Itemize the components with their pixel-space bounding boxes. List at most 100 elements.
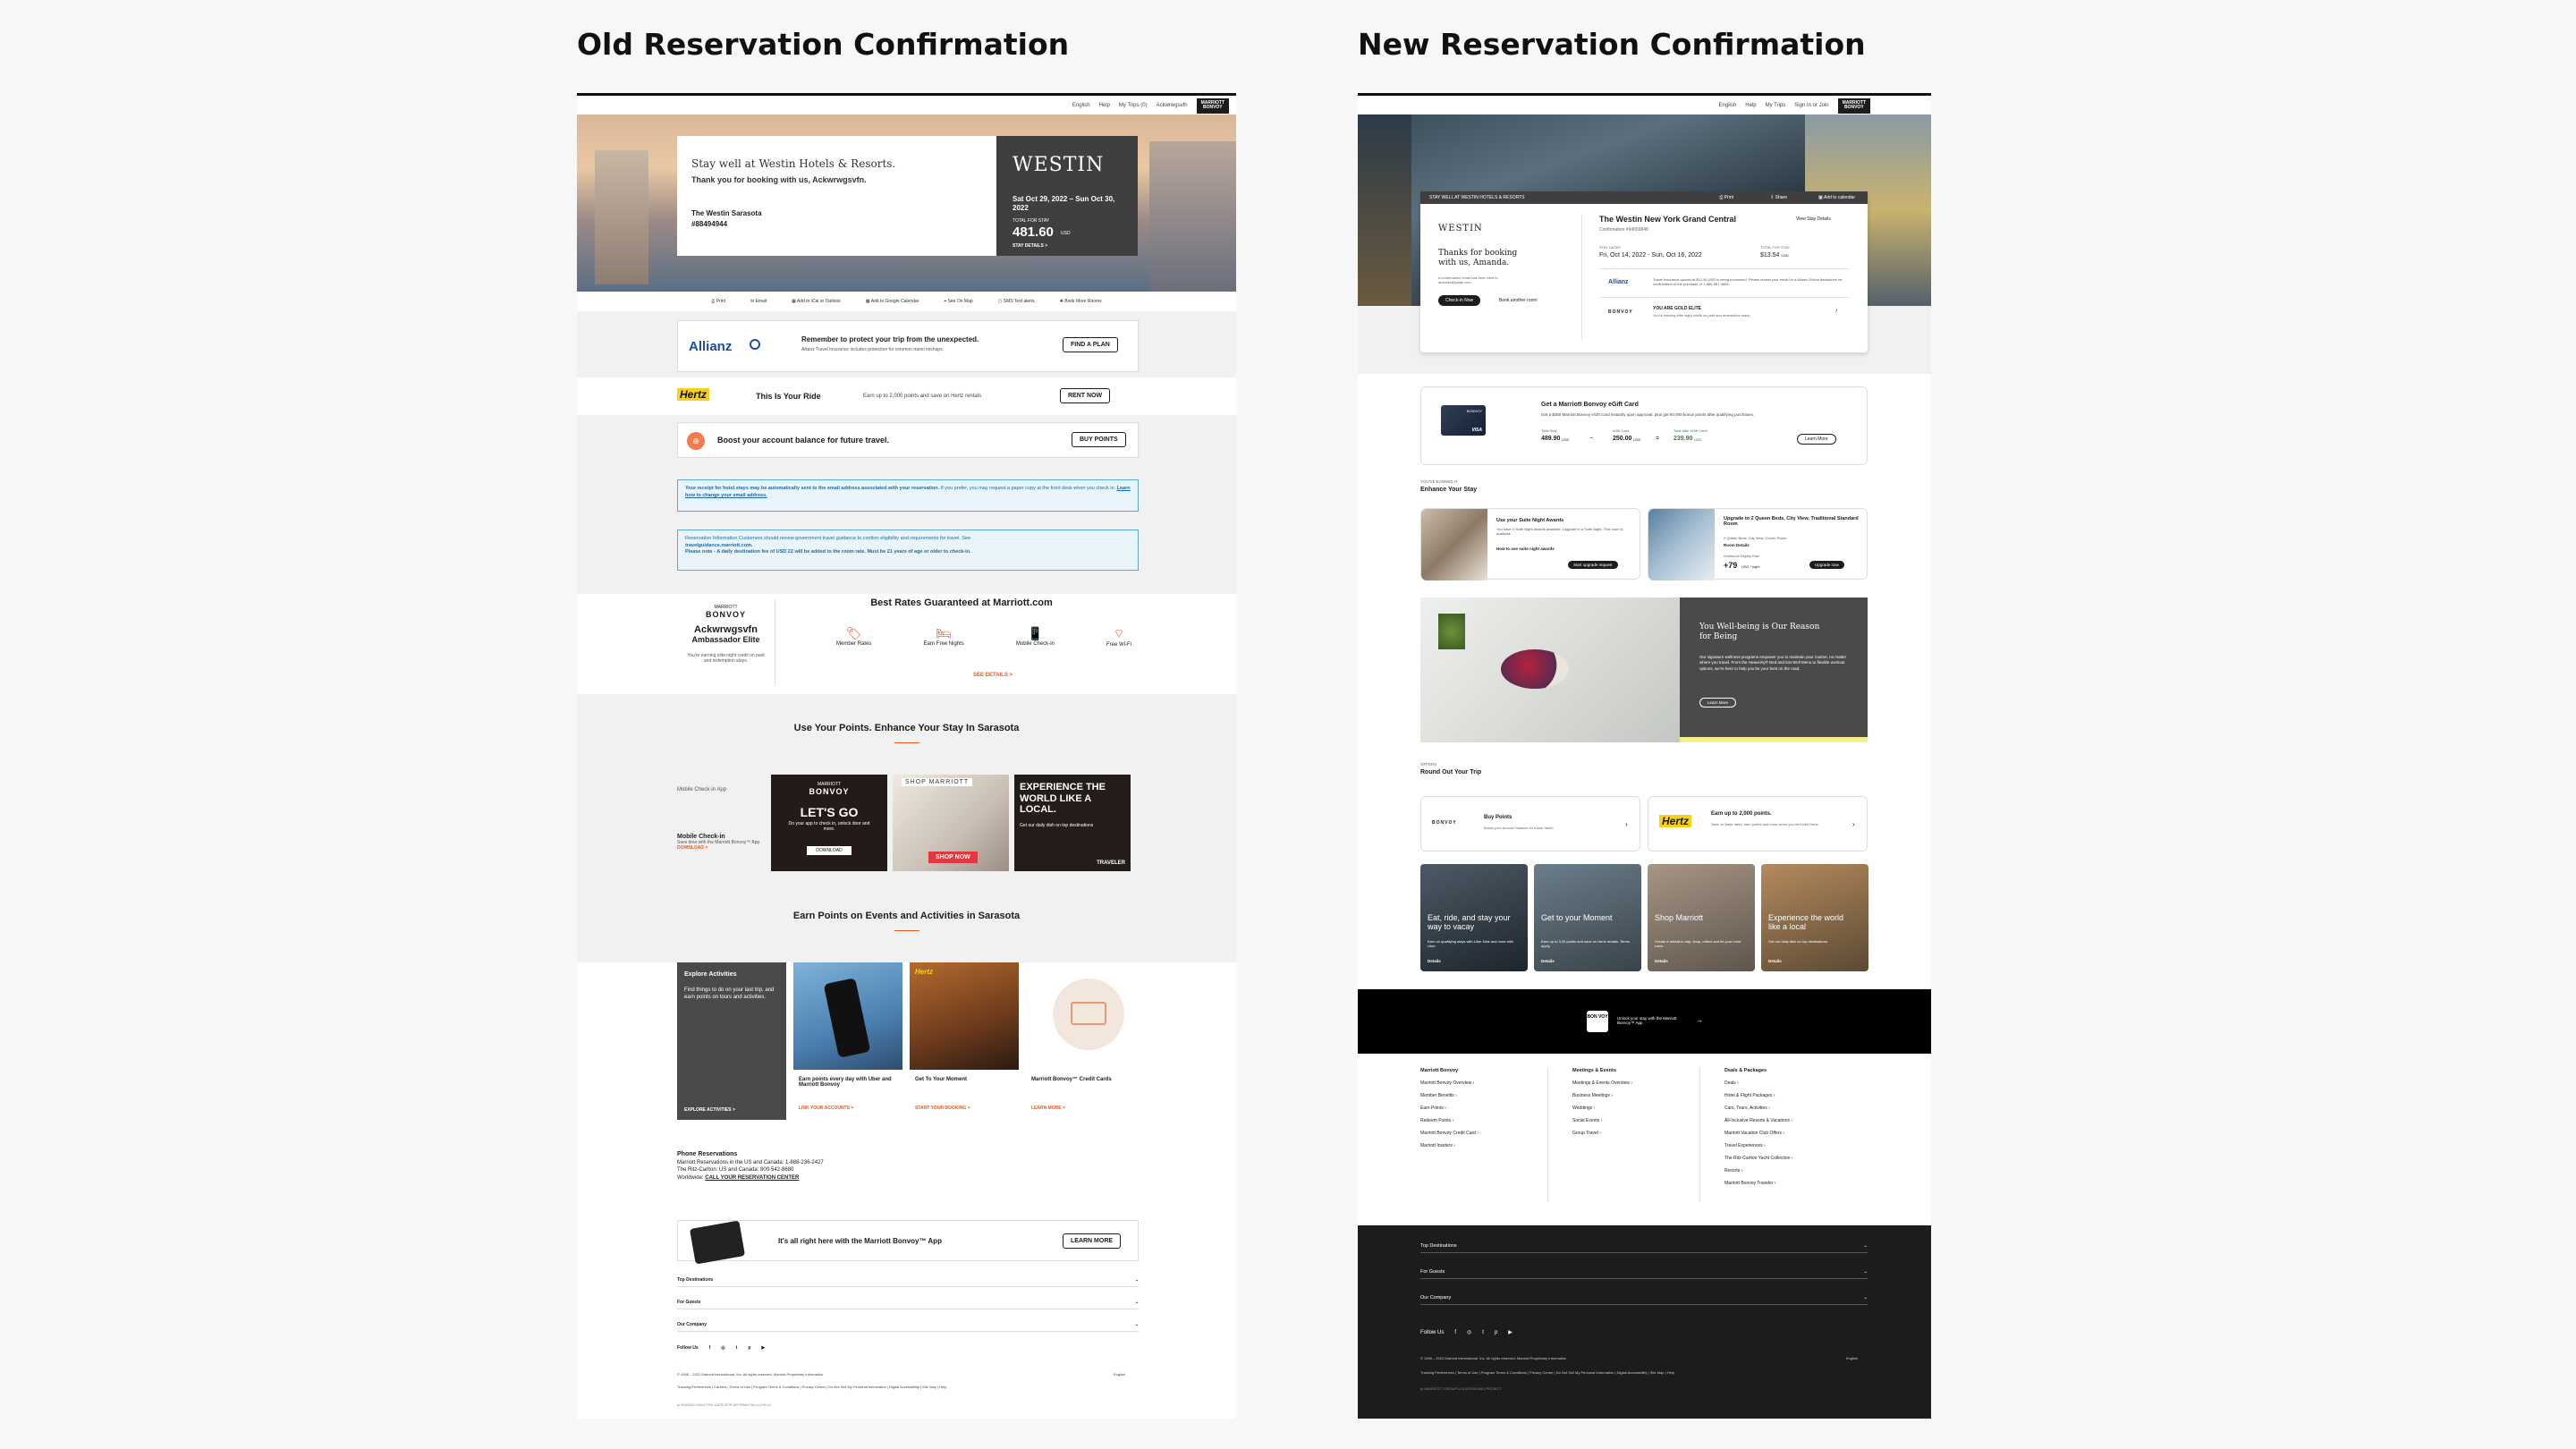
bonvoy-logo[interactable]: MARRIOTT BONVOY	[1837, 97, 1870, 114]
ical-action[interactable]: ▦ Add to iCal or Outlook	[792, 299, 841, 304]
explore-link[interactable]: EXPLORE ACTIVITIES >	[684, 1107, 735, 1113]
footer-link[interactable]: Hotel & Flight Packages ›	[1724, 1093, 1868, 1098]
footer-link[interactable]: Social Events ›	[1572, 1118, 1716, 1123]
print-link[interactable]: ⎙ Print	[1719, 195, 1733, 200]
footer-link[interactable]: Group Travel ›	[1572, 1131, 1716, 1136]
check-in-button[interactable]: Check-in Now	[1438, 295, 1481, 306]
chevron-right-icon[interactable]: ›	[1835, 308, 1837, 314]
view-details-link[interactable]: View Stay Details	[1796, 216, 1831, 222]
footer-link[interactable]: All-Inclusive Resorts & Vacations ›	[1724, 1118, 1868, 1123]
footer-link[interactable]: Travel Experiences ›	[1724, 1143, 1868, 1148]
buy-points-button[interactable]: BUY POINTS	[1072, 432, 1126, 447]
arrow-right-icon[interactable]: →	[1696, 1016, 1703, 1024]
book-another-link[interactable]: Book another room	[1499, 298, 1538, 303]
footer-link[interactable]: Member Benefits ›	[1420, 1093, 1563, 1098]
call-center-link[interactable]: CALL YOUR RESERVATION CENTER	[705, 1175, 799, 1181]
traveler-tile[interactable]: Experience the world like a local Get ou…	[1761, 864, 1868, 971]
footer-link[interactable]: Weddings ›	[1572, 1106, 1716, 1111]
upgrade-now-button[interactable]: Upgrade now	[1809, 561, 1844, 569]
instagram-icon[interactable]: ◎	[1467, 1329, 1471, 1335]
mobile-download-link[interactable]: DOWNLOAD >	[677, 845, 767, 851]
footer-link[interactable]: Meetings & Events Overview ›	[1572, 1080, 1716, 1086]
instagram-icon[interactable]: ◎	[721, 1345, 724, 1351]
footer-link[interactable]: The Ritz-Carlton Yacht Collection ›	[1724, 1156, 1868, 1161]
accordion-our-company[interactable]: Our Company ⌄	[677, 1309, 1139, 1332]
footer-link[interactable]: Marriott Bonvoy Traveler ›	[1724, 1181, 1868, 1186]
footer-link[interactable]: Marriott Bonvoy Credit Card ›	[1420, 1131, 1563, 1136]
footer-link[interactable]: Cars, Tours, Activities ›	[1724, 1106, 1868, 1111]
footer-link[interactable]: Marriott Insiders ›	[1420, 1143, 1563, 1148]
footer-link[interactable]: Deals ›	[1724, 1080, 1868, 1086]
find-plan-button[interactable]: FIND A PLAN	[1063, 337, 1118, 352]
tile-download-button[interactable]: DOWNLOAD	[807, 846, 852, 855]
learn-more-cards-link[interactable]: LEARN MORE >	[1031, 1106, 1065, 1111]
nav-language[interactable]: English	[1072, 103, 1090, 108]
google-calendar-action[interactable]: ▦ Add to Google Calendar	[866, 299, 919, 304]
footer-link[interactable]: Redeem Points ›	[1420, 1118, 1563, 1123]
egift-learn-more-button[interactable]: Learn More	[1797, 434, 1836, 445]
wellbeing-learn-more-button[interactable]: Learn More	[1699, 698, 1737, 708]
facebook-icon[interactable]: f	[709, 1345, 711, 1351]
sms-action[interactable]: ▢ SMS Text alerts	[998, 299, 1035, 304]
nav-help[interactable]: Help	[1745, 103, 1756, 108]
explore-activities-card[interactable]: Explore Activities Find things to do on …	[677, 962, 786, 1120]
rent-now-button[interactable]: RENT NOW	[1060, 388, 1111, 403]
pinterest-icon[interactable]: p	[748, 1345, 750, 1351]
hertz-moment-card[interactable]: Hertz Get To Your Moment START YOUR BOOK…	[910, 962, 1019, 1120]
link-accounts-link[interactable]: LINK YOUR ACCOUNTS >	[799, 1106, 853, 1111]
add-calendar-link[interactable]: ▦ Add to calendar	[1818, 195, 1855, 200]
uber-card[interactable]: Earn points every day with Uber and Marr…	[793, 962, 902, 1120]
map-action[interactable]: ⌖ See On Map	[944, 299, 972, 304]
old-page-code: pi-RJEBDCOMVKTHU-DATE-BTR-MSTRMKTMJ-m-PK…	[677, 1402, 772, 1407]
footer-link[interactable]: Business Meetings ›	[1572, 1093, 1716, 1098]
accordion-for-guests[interactable]: For Guests ⌄	[677, 1287, 1139, 1309]
accordion-for-guests[interactable]: For Guests ⌄	[1420, 1253, 1868, 1279]
bonvoy-app-tile[interactable]: MARRIOTT BONVOY LET'S GO Do your app to …	[771, 775, 887, 871]
twitter-icon[interactable]: t	[736, 1345, 738, 1351]
shop-marriott-tile[interactable]: Shop Marriott Create a retreat to nap, s…	[1648, 864, 1755, 971]
rates-details-link[interactable]: SEE DETAILS >	[962, 673, 1024, 678]
credit-cards-card[interactable]: Marriott Bonvoy™ Credit Cards LEARN MORE…	[1026, 962, 1139, 1120]
upgrade-request-button[interactable]: Start upgrade request	[1568, 561, 1618, 569]
share-link[interactable]: ⇪ Share	[1770, 195, 1787, 200]
old-footer-links[interactable]: Tracking Preferences | Careers | Terms o…	[677, 1385, 946, 1389]
accordion-top-destinations[interactable]: Top Destinations ⌄	[1420, 1240, 1868, 1253]
hertz-tile[interactable]: Get to your Moment Earn up to 3,00 point…	[1534, 864, 1641, 971]
nav-account[interactable]: Ackwrwgsvfn	[1157, 103, 1188, 108]
email-action[interactable]: ✉ Email	[750, 299, 767, 304]
room-details-link[interactable]: Room Details	[1724, 543, 1750, 547]
hertz-offer-card[interactable]: Hertz Earn up to 2,000 points. Save on b…	[1648, 796, 1868, 852]
traveler-tile[interactable]: EXPERIENCE THE WORLD LIKE A LOCAL. Get o…	[1014, 775, 1131, 871]
new-footer-links[interactable]: Tracking Preferences | Terms of Use | Pr…	[1420, 1370, 1674, 1375]
footer-link[interactable]: Resorts ›	[1724, 1168, 1868, 1174]
old-language-link[interactable]: English	[1114, 1372, 1125, 1377]
stay-details-link[interactable]: STAY DETAILS >	[1013, 243, 1047, 249]
facebook-icon[interactable]: f	[1454, 1330, 1456, 1335]
nav-help[interactable]: Help	[1099, 103, 1110, 108]
nav-my-trips[interactable]: My Trips	[1766, 103, 1786, 108]
youtube-icon[interactable]: ▶	[761, 1345, 765, 1351]
youtube-icon[interactable]: ▶	[1508, 1329, 1513, 1335]
footer-link[interactable]: Marriott Vacation Club Offers ›	[1724, 1131, 1868, 1136]
suite-night-link[interactable]: How to use suite night awards	[1496, 547, 1555, 551]
accordion-top-destinations[interactable]: Top Destinations ⌄	[677, 1274, 1139, 1287]
nav-sign-in[interactable]: Sign In or Join	[1794, 103, 1828, 108]
book-more-action[interactable]: ✚ Book More Rooms	[1060, 299, 1102, 304]
accordion-our-company[interactable]: Our Company ⌄	[1420, 1279, 1868, 1305]
uber-tile[interactable]: Eat, ride, and stay your way to vacay Ea…	[1420, 864, 1528, 971]
bonvoy-logo[interactable]: MARRIOTT BONVOY	[1196, 97, 1229, 114]
buy-points-card[interactable]: BONVOY Buy Points Boost your account bal…	[1420, 796, 1640, 852]
shop-now-button[interactable]: SHOP NOW	[928, 852, 978, 863]
start-booking-link[interactable]: START YOUR BOOKING >	[915, 1106, 970, 1111]
new-language-link[interactable]: English	[1846, 1356, 1858, 1360]
app-learn-more-button[interactable]: LEARN MORE	[1063, 1233, 1122, 1249]
shop-marriott-tile[interactable]: SHOP MARRIOTT SHOP NOW	[893, 775, 1009, 871]
footer-link[interactable]: Marriott Bonvoy Overview ›	[1420, 1080, 1563, 1086]
nav-language[interactable]: English	[1719, 103, 1737, 108]
twitter-icon[interactable]: t	[1482, 1330, 1484, 1335]
wifi-icon: ⌔	[1113, 626, 1125, 640]
footer-link[interactable]: Earn Points ›	[1420, 1106, 1563, 1111]
nav-my-trips[interactable]: My Trips (0)	[1119, 103, 1148, 108]
pinterest-icon[interactable]: p	[1495, 1330, 1497, 1335]
print-action[interactable]: ⎙ Print	[711, 299, 725, 304]
